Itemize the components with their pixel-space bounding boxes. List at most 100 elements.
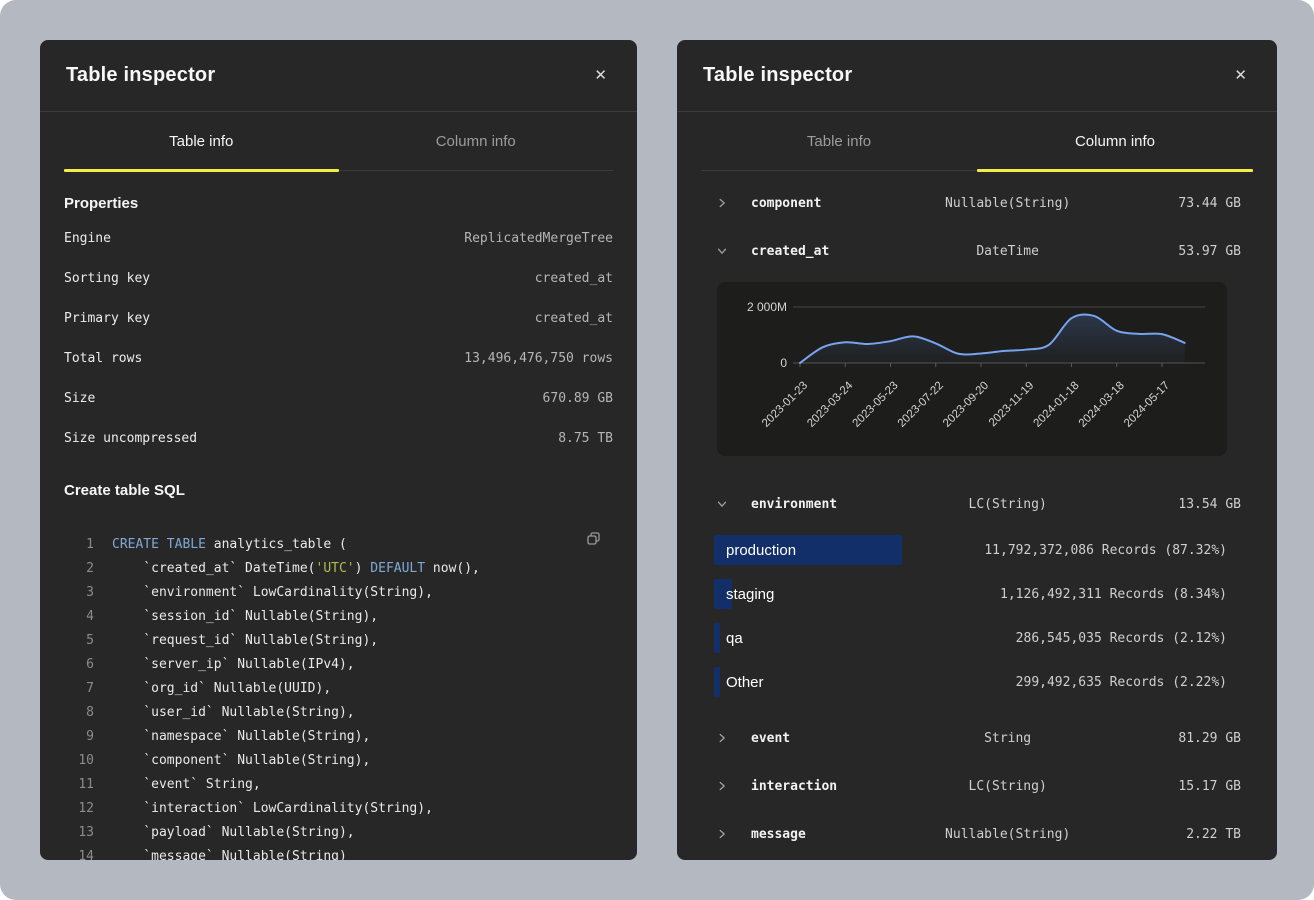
- sql-code-line: 12 `interaction` LowCardinality(String),: [64, 797, 613, 821]
- value-label: qa: [726, 630, 743, 647]
- line-number: 12: [64, 797, 94, 821]
- tab-table-info[interactable]: Table info: [64, 112, 339, 170]
- line-number: 10: [64, 749, 94, 773]
- column-name: event: [741, 731, 924, 746]
- property-value: 8.75 TB: [558, 431, 613, 446]
- column-rows: componentNullable(String)73.44 GBcreated…: [701, 179, 1253, 858]
- dialog-header: Table inspector ✕: [40, 40, 637, 112]
- column-row-created_at[interactable]: created_atDateTime53.97 GB: [701, 227, 1253, 275]
- column-type: Nullable(String): [924, 196, 1091, 211]
- close-icon[interactable]: ✕: [590, 64, 611, 87]
- chevron-down-icon[interactable]: [701, 499, 741, 509]
- chart-axis-label: 2023-01-23: [760, 380, 810, 430]
- property-row: Sorting key created_at: [64, 258, 613, 298]
- sql-code-line: 6 `server_ip` Nullable(IPv4),: [64, 653, 613, 677]
- properties-heading: Properties: [64, 195, 613, 212]
- property-label: Primary key: [64, 311, 150, 326]
- value-records: 1,126,492,311 Records (8.34%): [1000, 587, 1227, 602]
- column-name: created_at: [741, 244, 924, 259]
- column-type: LC(String): [924, 497, 1091, 512]
- value-records: 286,545,035 Records (2.12%): [1016, 631, 1227, 646]
- sql-token: `namespace` Nullable(String),: [112, 725, 370, 749]
- column-name: interaction: [741, 779, 924, 794]
- line-number: 7: [64, 677, 94, 701]
- sql-token: CREATE TABLE: [112, 533, 206, 557]
- value-row-production: production11,792,372,086 Records (87.32%…: [714, 528, 1253, 572]
- sql-code-line: 1 CREATE TABLE analytics_table (: [64, 533, 613, 557]
- column-type: Nullable(String): [924, 827, 1091, 842]
- line-number: 2: [64, 557, 94, 581]
- table-inspector-dialog-table-info: Table inspector ✕ Table info Column info…: [40, 40, 637, 860]
- table-info-content: Properties EngineReplicatedMergeTreeSort…: [40, 195, 637, 860]
- line-number: 4: [64, 605, 94, 629]
- sql-code-line: 9 `namespace` Nullable(String),: [64, 725, 613, 749]
- line-number: 6: [64, 653, 94, 677]
- sql-token: `server_ip` Nullable(IPv4),: [112, 653, 355, 677]
- area-chart-svg: 2 000M02023-01-232023-03-242023-05-23202…: [717, 282, 1227, 456]
- sql-code-line: 11 `event` String,: [64, 773, 613, 797]
- tab-bar: Table info Column info: [64, 112, 613, 171]
- copy-icon[interactable]: [582, 527, 605, 553]
- chart-axis-label: 2023-11-19: [987, 380, 1036, 429]
- property-row: Primary keycreated_at: [64, 298, 613, 338]
- sql-code-line: 2 `created_at` DateTime('UTC') DEFAULT n…: [64, 557, 613, 581]
- dialog-header: Table inspector ✕: [677, 40, 1277, 112]
- tab-bar-wrap: Table info Column info: [677, 112, 1277, 171]
- column-name: component: [741, 196, 924, 211]
- property-row: Size670.89 GB: [64, 378, 613, 418]
- property-label: Size uncompressed: [64, 431, 197, 446]
- column-row-event[interactable]: eventString81.29 GB: [701, 714, 1253, 762]
- dialog-title: Table inspector: [66, 64, 215, 87]
- sql-token: analytics_table (: [206, 533, 347, 557]
- sql-token: `event` String,: [112, 773, 261, 797]
- close-icon[interactable]: ✕: [1230, 64, 1251, 87]
- line-number: 8: [64, 701, 94, 725]
- chevron-down-icon[interactable]: [701, 246, 741, 256]
- value-records: 299,492,635 Records (2.22%): [1016, 675, 1227, 690]
- column-row-component[interactable]: componentNullable(String)73.44 GB: [701, 179, 1253, 227]
- column-type: DateTime: [924, 244, 1091, 259]
- column-type: String: [924, 731, 1091, 746]
- property-value: created_at: [535, 271, 613, 286]
- sql-code-line: 14 `message` Nullable(String): [64, 845, 613, 860]
- column-type: LC(String): [924, 779, 1091, 794]
- sql-token: `created_at` DateTime(: [112, 557, 316, 581]
- sql-token: 'UTC': [316, 557, 355, 581]
- line-number: 5: [64, 629, 94, 653]
- tab-table-info[interactable]: Table info: [701, 112, 977, 170]
- column-size: 15.17 GB: [1091, 779, 1241, 794]
- chevron-right-icon[interactable]: [701, 198, 741, 208]
- sql-token: DEFAULT: [370, 557, 425, 581]
- column-row-message[interactable]: messageNullable(String)2.22 TB: [701, 810, 1253, 858]
- chart-axis-label: 2023-07-22: [896, 380, 946, 430]
- property-row: EngineReplicatedMergeTree: [64, 218, 613, 258]
- property-value: 670.89 GB: [543, 391, 613, 406]
- line-number: 1: [64, 533, 94, 557]
- tab-column-info[interactable]: Column info: [977, 112, 1253, 170]
- value-row-staging: staging 1,126,492,311 Records (8.34%): [714, 572, 1253, 616]
- column-size: 81.29 GB: [1091, 731, 1241, 746]
- chevron-right-icon[interactable]: [701, 781, 741, 791]
- sql-code-line: 10 `component` Nullable(String),: [64, 749, 613, 773]
- sql-token: `org_id` Nullable(UUID),: [112, 677, 331, 701]
- chevron-right-icon[interactable]: [701, 829, 741, 839]
- sql-token: `session_id` Nullable(String),: [112, 605, 378, 629]
- environment-value-rows: production11,792,372,086 Records (87.32%…: [714, 528, 1253, 704]
- column-row-interaction[interactable]: interactionLC(String)15.17 GB: [701, 762, 1253, 810]
- chevron-right-icon[interactable]: [701, 733, 741, 743]
- sql-token: `user_id` Nullable(String),: [112, 701, 355, 725]
- property-label: Engine: [64, 231, 111, 246]
- sql-token: `interaction` LowCardinality(String),: [112, 797, 433, 821]
- sql-token: `request_id` Nullable(String),: [112, 629, 378, 653]
- tab-column-info[interactable]: Column info: [339, 112, 614, 170]
- chart-axis-label: 0: [780, 356, 787, 370]
- column-size: 13.54 GB: [1091, 497, 1241, 512]
- column-size: 2.22 TB: [1091, 827, 1241, 842]
- property-label: Sorting key: [64, 271, 150, 286]
- column-size: 53.97 GB: [1091, 244, 1241, 259]
- value-label: staging: [726, 586, 774, 603]
- sql-code-block: 1CREATE TABLE analytics_table (2 `create…: [64, 523, 613, 860]
- column-row-environment[interactable]: environmentLC(String)13.54 GB: [701, 480, 1253, 528]
- value-label: Other: [726, 674, 764, 691]
- chart-axis-label: 2023-05-23: [851, 380, 901, 430]
